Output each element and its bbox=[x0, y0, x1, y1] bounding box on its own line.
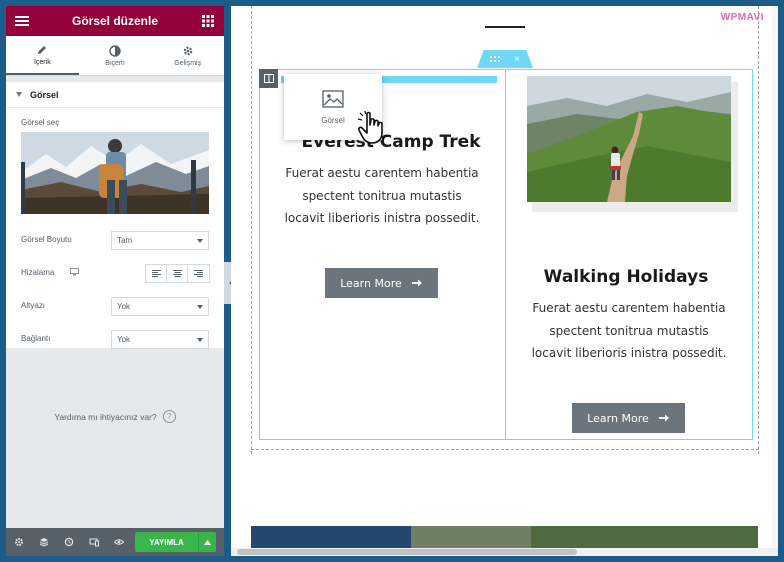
hand-cursor-icon bbox=[358, 111, 383, 144]
caret-down-icon bbox=[16, 92, 22, 97]
chevron-down-icon bbox=[197, 239, 203, 243]
left-learn-more-button[interactable]: Learn More bbox=[325, 268, 438, 298]
editor-panel: Görsel düzenle İçerik Biçem Gelişmiş Gör… bbox=[6, 6, 224, 556]
caption-label: Altyazı bbox=[21, 301, 46, 310]
widgets-grid-icon[interactable] bbox=[200, 13, 216, 29]
settings-button[interactable] bbox=[6, 528, 31, 556]
history-button[interactable] bbox=[56, 528, 81, 556]
image-size-label: Görsel Boyutu bbox=[21, 235, 72, 244]
alignment-label: Hizalama bbox=[21, 268, 55, 277]
align-center-button[interactable] bbox=[167, 265, 188, 282]
divider-line bbox=[485, 26, 525, 28]
question-circle-icon: ? bbox=[162, 410, 176, 423]
eye-icon bbox=[113, 539, 124, 545]
link-value: Yok bbox=[117, 335, 131, 344]
walking-holidays-image[interactable] bbox=[527, 76, 731, 202]
contrast-icon bbox=[109, 44, 121, 57]
hiker-photo-thumbnail bbox=[21, 132, 209, 214]
left-column-text: Fuerat aestu carentem habentia spectent … bbox=[284, 166, 480, 225]
column-handle[interactable] bbox=[259, 69, 278, 88]
section-boundary-right bbox=[758, 6, 759, 454]
image-chooser-preview[interactable] bbox=[21, 132, 209, 214]
panel-header: Görsel düzenle bbox=[6, 6, 224, 36]
tab-style[interactable]: Biçem bbox=[79, 36, 152, 75]
horizontal-scrollbar-thumb[interactable] bbox=[237, 549, 577, 555]
right-column-text: Fuerat aestu carentem habentia spectent … bbox=[531, 301, 727, 360]
close-icon[interactable]: × bbox=[514, 54, 520, 65]
caption-select[interactable]: Yok bbox=[111, 297, 209, 316]
section-boundary-left bbox=[251, 6, 252, 454]
section-boundary-bottom bbox=[251, 449, 759, 450]
brand-watermark: WPMAVI bbox=[720, 12, 764, 23]
navigator-button[interactable] bbox=[31, 528, 56, 556]
section-body: Görsel seç Görsel Boyutu Tam Hizalama Al… bbox=[6, 108, 224, 349]
publish-options-button[interactable] bbox=[198, 532, 216, 552]
tab-style-label: Biçem bbox=[105, 59, 125, 67]
column-icon bbox=[263, 74, 274, 83]
panel-footer: YAYIMLA bbox=[6, 528, 224, 556]
responsive-mode-button[interactable] bbox=[81, 528, 106, 556]
image-size-value: Tam bbox=[117, 236, 133, 245]
mountain-trail-photo bbox=[527, 76, 731, 202]
tab-content-label: İçerik bbox=[33, 58, 51, 66]
right-column-title: Walking Holidays bbox=[543, 267, 709, 287]
panel-tabs: İçerik Biçem Gelişmiş bbox=[6, 36, 224, 76]
arrow-right-icon bbox=[658, 414, 669, 422]
link-label: Bağlantı bbox=[21, 334, 51, 343]
right-learn-more-button[interactable]: Learn More bbox=[572, 403, 685, 433]
caption-value: Yok bbox=[117, 302, 131, 311]
section-toggle-image[interactable]: Görsel bbox=[6, 82, 224, 108]
next-section-background bbox=[251, 526, 758, 548]
gear-icon bbox=[183, 46, 192, 55]
section-title: Görsel bbox=[30, 89, 59, 100]
image-icon bbox=[322, 89, 344, 108]
desktop-monitor-icon[interactable] bbox=[70, 268, 79, 276]
tab-advanced-label: Gelişmiş bbox=[174, 59, 202, 67]
right-learn-more-label: Learn More bbox=[587, 411, 649, 425]
caret-up-icon bbox=[204, 539, 211, 545]
align-right-icon bbox=[194, 270, 203, 277]
tab-content[interactable]: İçerik bbox=[6, 36, 79, 75]
link-select[interactable]: Yok bbox=[111, 330, 209, 349]
left-learn-more-label: Learn More bbox=[340, 276, 402, 290]
alignment-buttons bbox=[145, 264, 210, 283]
horizontal-scrollbar[interactable] bbox=[231, 548, 778, 556]
gear-icon bbox=[14, 538, 23, 546]
column-divider bbox=[505, 69, 506, 440]
align-center-icon bbox=[172, 270, 182, 277]
tab-advanced[interactable]: Gelişmiş bbox=[151, 36, 224, 75]
publish-button[interactable]: YAYIMLA bbox=[135, 532, 198, 552]
section-handle[interactable]: × bbox=[477, 50, 533, 68]
drag-dots-icon bbox=[490, 56, 501, 62]
image-size-select[interactable]: Tam bbox=[111, 231, 209, 250]
align-right-button[interactable] bbox=[188, 265, 209, 282]
preview-canvas: WPMAVI × Everest Camp Trek Fuerat aestu … bbox=[231, 6, 778, 556]
preview-button[interactable] bbox=[106, 528, 131, 556]
hamburger-menu-icon[interactable] bbox=[14, 13, 30, 29]
help-link[interactable]: Yardıma mı ihtiyacınız var? ? bbox=[6, 410, 224, 423]
chevron-down-icon bbox=[197, 305, 203, 309]
arrow-right-icon bbox=[411, 279, 422, 287]
align-left-button[interactable] bbox=[146, 265, 167, 282]
next-section-photo bbox=[251, 526, 758, 548]
vertical-scrollbar[interactable] bbox=[772, 6, 778, 548]
pencil-icon bbox=[38, 45, 47, 54]
panel-title: Görsel düzenle bbox=[71, 14, 159, 28]
align-left-icon bbox=[151, 270, 161, 277]
devices-icon bbox=[89, 538, 99, 547]
chevron-down-icon bbox=[197, 338, 203, 342]
layers-icon bbox=[39, 538, 48, 547]
dragged-widget-label: Görsel bbox=[321, 115, 345, 125]
history-icon bbox=[64, 537, 73, 547]
help-text: Yardıma mı ihtiyacınız var? bbox=[54, 411, 157, 422]
image-chooser-label: Görsel seç bbox=[21, 118, 60, 127]
